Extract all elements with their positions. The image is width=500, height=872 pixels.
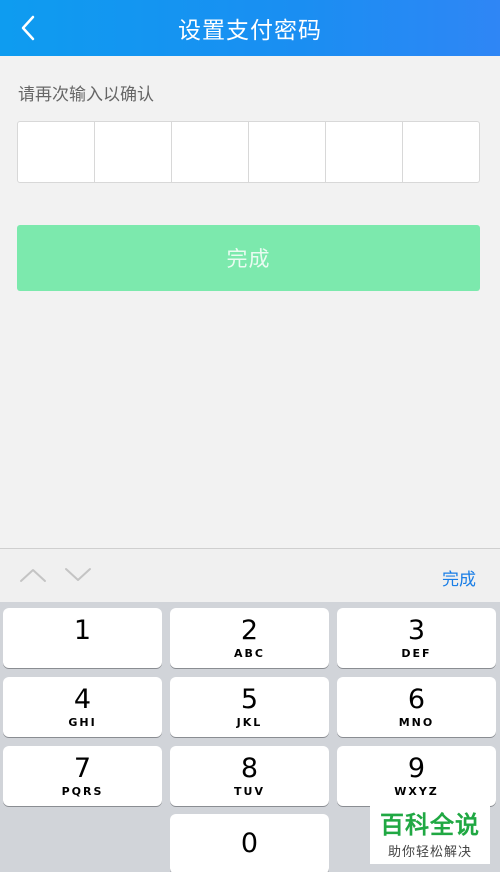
- keyboard-done-button[interactable]: 完成: [442, 565, 476, 590]
- key-digit: 3: [407, 614, 426, 646]
- nav-header: 设置支付密码: [0, 0, 500, 56]
- key-4[interactable]: 4 GHI: [3, 677, 162, 737]
- watermark-title: 百科全说: [380, 810, 480, 839]
- key-1[interactable]: 1: [3, 608, 162, 668]
- key-0[interactable]: 0: [170, 814, 329, 872]
- key-5[interactable]: 5 JKL: [170, 677, 329, 737]
- key-3[interactable]: 3 DEF: [337, 608, 496, 668]
- pin-cell-4[interactable]: [249, 122, 326, 182]
- key-letters: JKL: [236, 715, 263, 729]
- chevron-down-icon: [65, 568, 91, 581]
- watermark-logo: 百科全说 助你轻松解决: [370, 806, 490, 864]
- key-digit: 7: [73, 752, 92, 784]
- next-field-button[interactable]: [63, 563, 93, 587]
- pin-cell-3[interactable]: [172, 122, 249, 182]
- watermark-slogan: 助你轻松解决: [387, 844, 472, 860]
- back-button[interactable]: [8, 8, 48, 48]
- prev-field-button[interactable]: [18, 563, 48, 587]
- key-digit: 8: [240, 752, 259, 784]
- key-2[interactable]: 2 ABC: [170, 608, 329, 668]
- key-letters: TUV: [234, 784, 265, 798]
- pin-cell-2[interactable]: [95, 122, 172, 182]
- pin-cell-5[interactable]: [326, 122, 403, 182]
- key-8[interactable]: 8 TUV: [170, 746, 329, 806]
- key-letters: WXYZ: [394, 784, 439, 798]
- pin-input[interactable]: [17, 121, 480, 183]
- key-7[interactable]: 7 PQRS: [3, 746, 162, 806]
- key-digit: 1: [73, 614, 92, 646]
- keyboard-toolbar: 完成: [0, 548, 500, 602]
- key-letters: MNO: [398, 715, 435, 729]
- key-digit: 5: [240, 683, 259, 715]
- key-digit: 2: [240, 614, 259, 646]
- pin-cell-1[interactable]: [18, 122, 95, 182]
- key-letters: ABC: [234, 646, 265, 660]
- key-digit: 6: [407, 683, 426, 715]
- key-6[interactable]: 6 MNO: [337, 677, 496, 737]
- key-digit: 0: [240, 828, 259, 859]
- done-button[interactable]: 完成: [17, 225, 480, 291]
- chevron-up-icon: [20, 569, 46, 582]
- key-letters: GHI: [68, 715, 97, 729]
- page-title: 设置支付密码: [178, 18, 322, 44]
- key-letters: PQRS: [61, 784, 104, 798]
- pin-cell-6[interactable]: [403, 122, 479, 182]
- key-9[interactable]: 9 WXYZ: [337, 746, 496, 806]
- confirm-prompt: 请再次输入以确认: [18, 85, 154, 105]
- chevron-left-icon: [21, 15, 35, 41]
- key-letters: DEF: [401, 646, 432, 660]
- key-digit: 9: [407, 752, 426, 784]
- key-digit: 4: [73, 683, 92, 715]
